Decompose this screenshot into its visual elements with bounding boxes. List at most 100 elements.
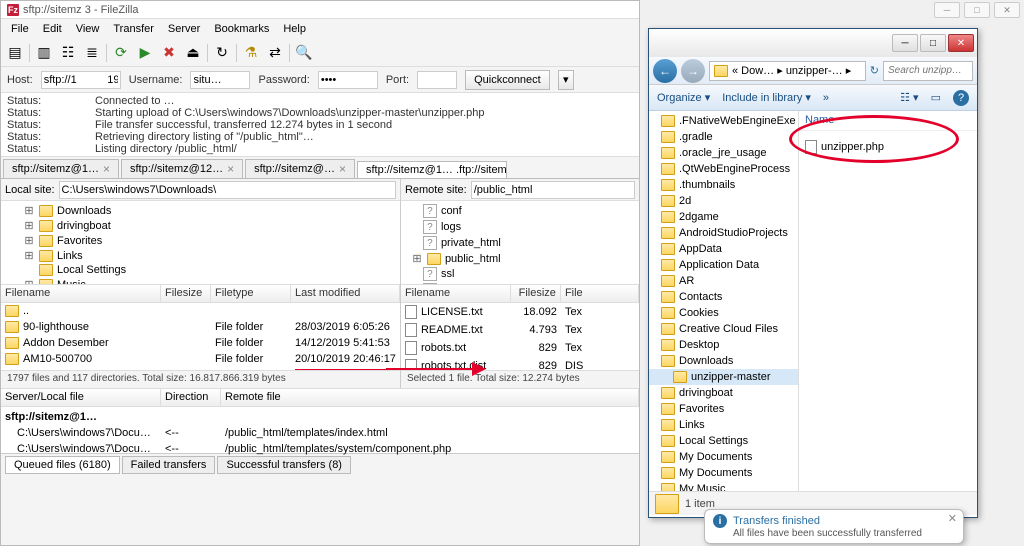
refresh-icon[interactable]: ⟳: [111, 43, 131, 63]
close-icon[interactable]: ×: [103, 162, 110, 176]
remote-tree[interactable]: ?conf ?logs ?private_html ⊞public_html ?…: [401, 201, 639, 285]
col-modified[interactable]: Last modified: [291, 285, 400, 302]
menu-server[interactable]: Server: [162, 21, 206, 37]
quickconnect-dropdown[interactable]: ▾: [558, 70, 574, 90]
expand-icon[interactable]: ⊞: [23, 219, 35, 232]
queue-item[interactable]: C:\Users\windows7\Docu…<--/public_html/t…: [1, 425, 639, 441]
filter-icon[interactable]: ⚗: [241, 43, 261, 63]
tree-item[interactable]: My Documents: [649, 465, 798, 481]
host-input[interactable]: [41, 71, 121, 89]
menu-edit[interactable]: Edit: [37, 21, 68, 37]
forward-button[interactable]: →: [681, 59, 705, 83]
tree-label[interactable]: logs: [441, 221, 461, 233]
explorer-nav-tree[interactable]: .FNativeWebEngineExe.gradle.oracle_jre_u…: [649, 111, 799, 491]
back-button[interactable]: ←: [653, 59, 677, 83]
more-menu[interactable]: »: [823, 92, 829, 104]
tree-label[interactable]: ssl: [441, 268, 454, 280]
menu-file[interactable]: File: [5, 21, 35, 37]
menubar[interactable]: File Edit View Transfer Server Bookmarks…: [1, 19, 639, 39]
site-tab[interactable]: sftp://sitemz@…×: [245, 159, 355, 178]
tree-item[interactable]: My Music: [649, 481, 798, 491]
local-filelist[interactable]: .. 90-lighthouseFile folder28/03/2019 6:…: [1, 303, 400, 370]
view-icon[interactable]: ☷ ▾: [900, 91, 918, 104]
transfer-queue[interactable]: sftp://sitemz@1… C:\Users\windows7\Docu……: [1, 407, 639, 453]
tree-item[interactable]: .oracle_jre_usage: [649, 145, 798, 161]
expand-icon[interactable]: ⊞: [411, 252, 423, 265]
port-input[interactable]: [417, 71, 457, 89]
col-name[interactable]: Name: [799, 111, 840, 130]
col-filename[interactable]: Filename: [1, 285, 161, 302]
search-input[interactable]: [883, 61, 973, 81]
tree-label[interactable]: Favorites: [57, 235, 102, 247]
tree-item[interactable]: .gradle: [649, 129, 798, 145]
tree-item[interactable]: Downloads: [649, 353, 798, 369]
list-item[interactable]: AM10-500700File folder20/10/2019 20:46:1…: [1, 351, 400, 367]
toggle-tree-icon[interactable]: ☷: [58, 43, 78, 63]
tree-item[interactable]: .FNativeWebEngineExe: [649, 113, 798, 129]
tree-item[interactable]: Contacts: [649, 289, 798, 305]
local-tree[interactable]: ⊞Downloads ⊞drivingboat ⊞Favorites ⊞Link…: [1, 201, 400, 285]
site-tab[interactable]: sftp://sitemz@1…×: [3, 159, 119, 178]
reconnect-icon[interactable]: ↻: [212, 43, 232, 63]
tree-item[interactable]: Creative Cloud Files: [649, 321, 798, 337]
list-item[interactable]: robots.txt829Tex: [401, 339, 639, 357]
tree-item[interactable]: Cookies: [649, 305, 798, 321]
compare-icon[interactable]: ⇄: [265, 43, 285, 63]
col-dir[interactable]: Direction: [161, 389, 221, 406]
tree-item[interactable]: .QtWebEngineProcess: [649, 161, 798, 177]
explorer-file-list[interactable]: Name unzipper.php: [799, 111, 977, 491]
close-icon[interactable]: ✕: [948, 512, 957, 525]
list-item[interactable]: Addon DesemberFile folder14/12/2019 5:41…: [1, 335, 400, 351]
minimize-button[interactable]: ─: [892, 34, 918, 52]
tree-item[interactable]: .thumbnails: [649, 177, 798, 193]
queue-host[interactable]: sftp://sitemz@1…: [1, 409, 639, 425]
site-tab[interactable]: sftp://sitemz@12…×: [121, 159, 243, 178]
tree-item[interactable]: AppData: [649, 241, 798, 257]
menu-help[interactable]: Help: [277, 21, 312, 37]
toggle-queue-icon[interactable]: ≣: [82, 43, 102, 63]
search-icon[interactable]: 🔍: [294, 43, 314, 63]
toggle-log-icon[interactable]: ▥: [34, 43, 54, 63]
organize-menu[interactable]: Organize ▾: [657, 91, 710, 104]
close-button[interactable]: ✕: [948, 34, 974, 52]
tree-item[interactable]: AR: [649, 273, 798, 289]
tree-item[interactable]: Desktop: [649, 337, 798, 353]
tree-item[interactable]: drivingboat: [649, 385, 798, 401]
col-filetype[interactable]: Filetype: [211, 285, 291, 302]
remote-path-input[interactable]: [471, 181, 635, 199]
tree-item[interactable]: 2d: [649, 193, 798, 209]
sitemanager-icon[interactable]: ▤: [5, 43, 25, 63]
tree-item[interactable]: Application Data: [649, 257, 798, 273]
message-log[interactable]: Status:Connected to … Status:Starting up…: [1, 93, 639, 157]
col-filesize[interactable]: Filesize: [161, 285, 211, 302]
process-queue-icon[interactable]: ▶: [135, 43, 155, 63]
close-icon[interactable]: ×: [339, 162, 346, 176]
col-filesize[interactable]: Filesize: [511, 285, 561, 302]
tree-item[interactable]: unzipper-master: [649, 369, 798, 385]
menu-view[interactable]: View: [70, 21, 106, 37]
tab-queued[interactable]: Queued files (6180): [5, 456, 120, 474]
tree-item[interactable]: 2dgame: [649, 209, 798, 225]
list-item[interactable]: unzipper.php: [799, 137, 977, 157]
tab-success[interactable]: Successful transfers (8): [217, 456, 351, 474]
address-bar[interactable]: « Dow… ▸ unzipper-… ▸: [709, 61, 866, 81]
list-item[interactable]: README.txt4.793Tex: [401, 321, 639, 339]
list-item[interactable]: 90-lighthouseFile folder28/03/2019 6:05:…: [1, 319, 400, 335]
col-filetype[interactable]: File: [561, 285, 639, 302]
tree-item[interactable]: AndroidStudioProjects: [649, 225, 798, 241]
col-filename[interactable]: Filename: [401, 285, 511, 302]
pass-input[interactable]: [318, 71, 378, 89]
list-item[interactable]: ..: [1, 303, 400, 319]
menu-bookmarks[interactable]: Bookmarks: [208, 21, 275, 37]
help-icon[interactable]: ?: [953, 90, 969, 106]
tree-label[interactable]: Local Settings: [57, 264, 126, 276]
include-menu[interactable]: Include in library ▾: [722, 91, 811, 104]
menu-transfer[interactable]: Transfer: [107, 21, 160, 37]
tree-item[interactable]: Links: [649, 417, 798, 433]
tree-label[interactable]: drivingboat: [57, 220, 111, 232]
user-input[interactable]: [190, 71, 250, 89]
maximize-button[interactable]: □: [920, 34, 946, 52]
site-tab[interactable]: sftp://sitemz@1… .ftp://sitemz@…: [357, 161, 507, 178]
expand-icon[interactable]: [23, 264, 35, 276]
close-icon[interactable]: ×: [227, 162, 234, 176]
